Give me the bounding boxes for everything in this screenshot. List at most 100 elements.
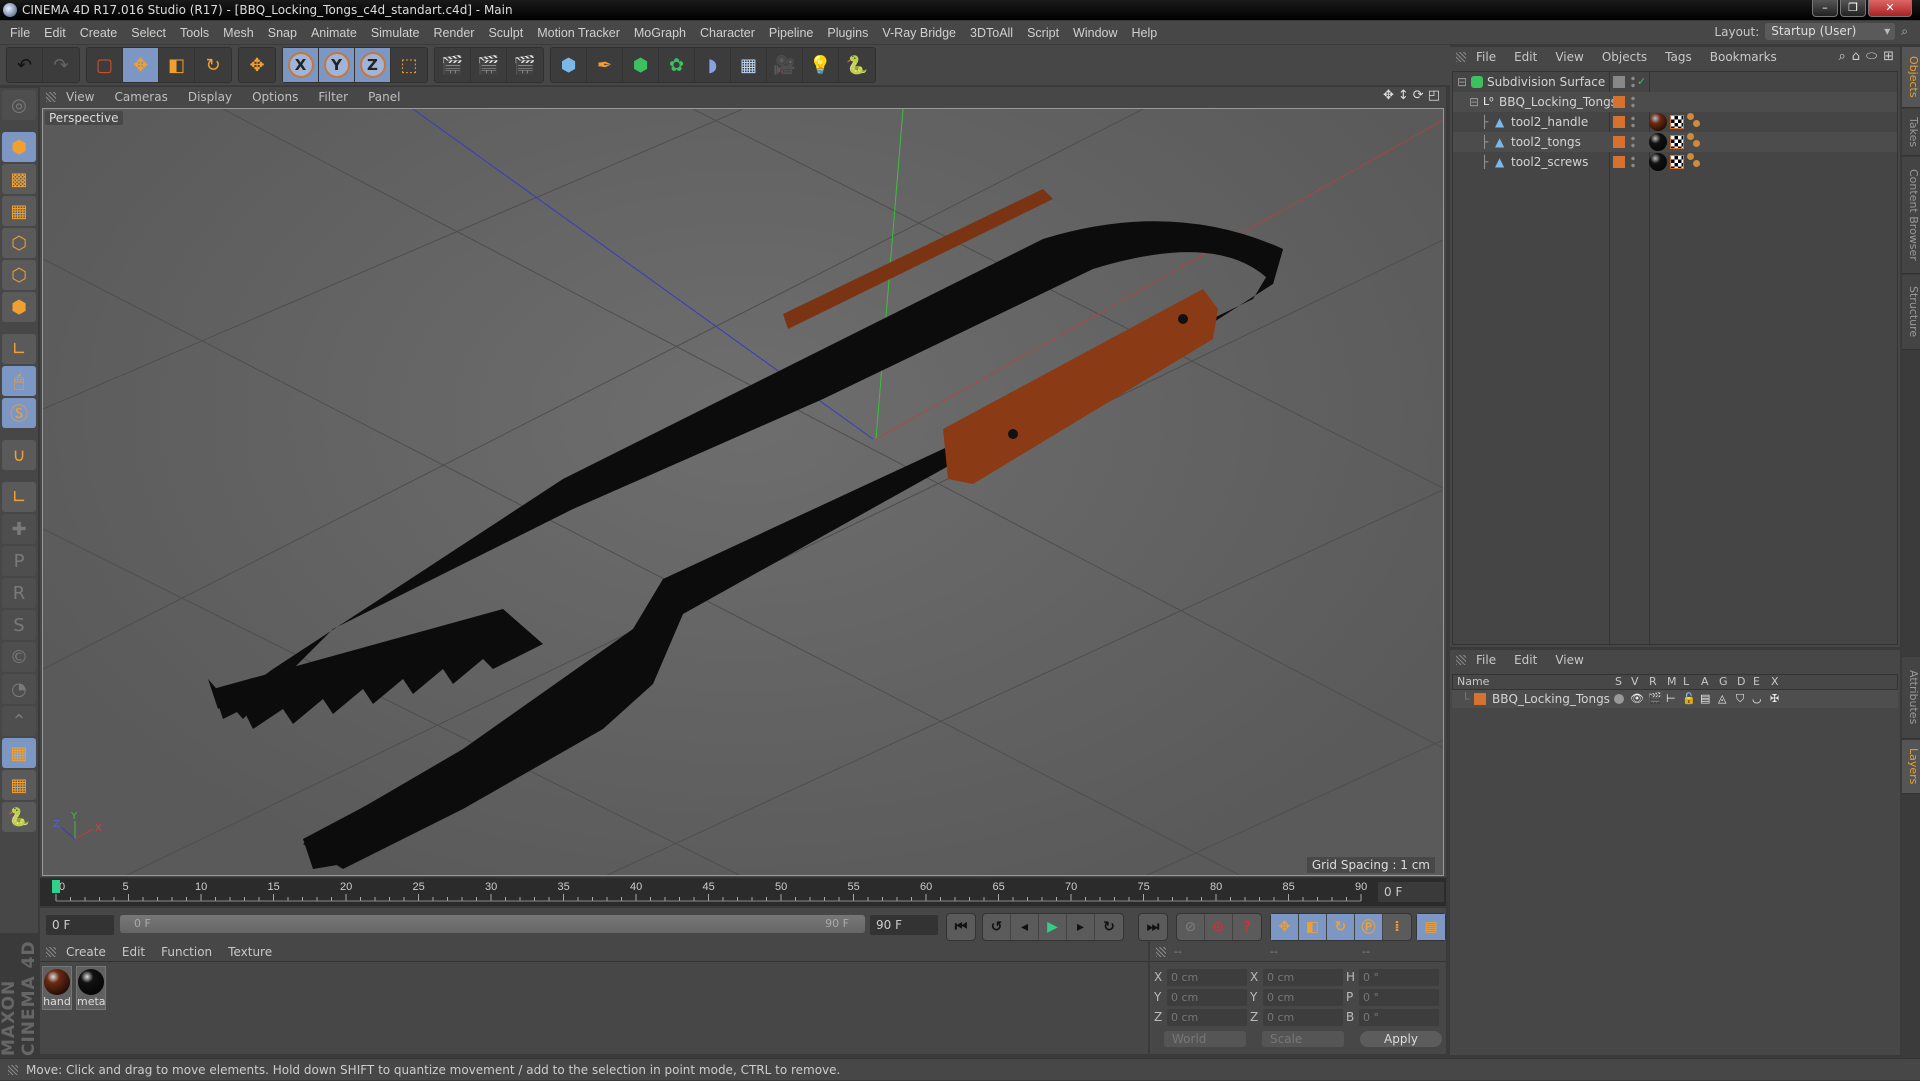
visibility-dots-icon[interactable]	[1631, 135, 1635, 149]
render-view-icon[interactable]: 🎬	[435, 48, 471, 82]
playhead-marker[interactable]	[52, 880, 60, 893]
make-editable-icon[interactable]: ◎	[2, 90, 36, 120]
object-menu-file[interactable]: File	[1476, 50, 1496, 64]
size-y-field[interactable]: 0 cm	[1263, 988, 1343, 1006]
uvw-tag-icon[interactable]	[1670, 115, 1684, 129]
menu-animate[interactable]: Animate	[311, 26, 357, 40]
key-scale-toggle-icon[interactable]: ◧	[1299, 914, 1327, 940]
coordinate-system-icon[interactable]: ⬚	[391, 48, 427, 82]
go-to-start-icon[interactable]: ⏮	[947, 914, 975, 940]
polygons-mode-icon[interactable]: ⬢	[2, 292, 36, 322]
layer-filter-icon[interactable]: ⬭	[1866, 49, 1877, 64]
x-axis-lock-icon[interactable]: X	[283, 48, 319, 82]
cloner-icon[interactable]: ✿	[659, 48, 695, 82]
rotate-icon[interactable]: ↻	[195, 48, 231, 82]
points-mode-icon[interactable]: ⬡	[2, 228, 36, 258]
menu-tools[interactable]: Tools	[180, 26, 209, 40]
panel-grip-icon[interactable]	[1156, 947, 1166, 957]
start-frame-field[interactable]: 0 F	[46, 915, 114, 935]
pen-spline-icon[interactable]: ✒	[587, 48, 623, 82]
expressions-toggle-icon[interactable]: ◡	[1752, 690, 1762, 708]
layer-color-swatch[interactable]	[1613, 136, 1625, 148]
timeline-ruler[interactable]: 0 5 10 15 20 25 30 35 40 45 50 55 60 65 70 75 80 85 90 0 F	[40, 878, 1446, 906]
model-mode-icon[interactable]: ⬢	[2, 132, 36, 162]
axis-mode-icon[interactable]: ∟	[2, 334, 36, 364]
z-axis-lock-icon[interactable]: Z	[355, 48, 391, 82]
menu-simulate[interactable]: Simulate	[371, 26, 420, 40]
prev-key-icon[interactable]: ↺	[983, 914, 1011, 940]
material-tag-icon[interactable]	[1649, 133, 1667, 151]
menu-file[interactable]: File	[10, 26, 30, 40]
generators-toggle-icon[interactable]: ◬	[1718, 690, 1726, 708]
tweak-mode-icon[interactable]: 🖱	[2, 366, 36, 396]
menu-select[interactable]: Select	[131, 26, 166, 40]
deformers-toggle-icon[interactable]: ⛉	[1736, 690, 1744, 708]
manager-toggle-icon[interactable]: ⊢	[1666, 690, 1676, 708]
undo-icon[interactable]: ↶	[7, 48, 43, 82]
menu-sculpt[interactable]: Sculpt	[488, 26, 523, 40]
material-swatch[interactable]: hand	[42, 966, 72, 1010]
key-psr-icon[interactable]: S	[2, 610, 36, 640]
play-icon[interactable]: ▶	[1039, 914, 1067, 940]
panel-grip-icon[interactable]	[1456, 655, 1466, 665]
visible-editor-icon[interactable]: 👁	[1630, 690, 1644, 708]
object-row[interactable]: ├ ▲ tool2_screws	[1453, 152, 1897, 172]
phong-tag-icon[interactable]	[1687, 133, 1703, 149]
layer-column-d[interactable]: D	[1737, 675, 1745, 689]
key-position-toggle-icon[interactable]: ✥	[1271, 914, 1299, 940]
floor-icon[interactable]: ▦	[731, 48, 767, 82]
object-name[interactable]: BBQ_Locking_Tongs	[1499, 92, 1617, 112]
object-row[interactable]: ⊟ Subdivision Surface ✓	[1453, 72, 1897, 92]
panel-grip-icon[interactable]	[46, 947, 56, 957]
workplane-mode-icon[interactable]: ▦	[2, 196, 36, 226]
viewport-menu-display[interactable]: Display	[188, 90, 232, 104]
key-position-icon[interactable]: P	[2, 546, 36, 576]
layer-color-swatch[interactable]	[1613, 116, 1625, 128]
key-rotation-icon[interactable]: R	[2, 578, 36, 608]
layer-menu-view[interactable]: View	[1555, 653, 1583, 667]
layer-menu-edit[interactable]: Edit	[1514, 653, 1537, 667]
menu-mograph[interactable]: MoGraph	[634, 26, 686, 40]
live-selection-icon[interactable]: ▢	[87, 48, 123, 82]
key-pla-toggle-icon[interactable]: ⁞	[1383, 914, 1411, 940]
tree-branch[interactable]: ⊟	[1457, 72, 1467, 92]
layout-dropdown[interactable]: Startup (User)	[1765, 23, 1896, 40]
menu-create[interactable]: Create	[80, 26, 118, 40]
motion-record-icon[interactable]: ⊘	[1177, 914, 1205, 940]
layer-column-g[interactable]: G	[1719, 675, 1728, 689]
menu-3dtoall[interactable]: 3DToAll	[970, 26, 1013, 40]
visibility-dots-icon[interactable]	[1631, 155, 1635, 169]
layer-color-swatch[interactable]	[1474, 693, 1486, 705]
maximize-view-icon[interactable]: ◰	[1428, 88, 1440, 103]
object-menu-objects[interactable]: Objects	[1602, 50, 1647, 64]
camera-icon[interactable]: 🎥	[767, 48, 803, 82]
animation-toggle-icon[interactable]: ▤	[1700, 690, 1710, 708]
phong-tag-icon[interactable]	[1687, 113, 1703, 129]
viewport-menu-view[interactable]: View	[66, 90, 94, 104]
uvw-tag-icon[interactable]	[1670, 135, 1684, 149]
viewport-menu-options[interactable]: Options	[252, 90, 298, 104]
layer-column-x[interactable]: X	[1771, 675, 1779, 689]
material-menu-create[interactable]: Create	[66, 945, 106, 959]
enabled-check-icon[interactable]: ✓	[1637, 72, 1646, 92]
home-icon[interactable]: ⌂	[1852, 49, 1860, 64]
layer-column-name[interactable]: Name	[1457, 675, 1489, 689]
next-frame-icon[interactable]: ▸	[1067, 914, 1095, 940]
coordinate-mode-dropdown[interactable]: Scale	[1262, 1031, 1344, 1047]
menu-v-ray-bridge[interactable]: V-Ray Bridge	[882, 26, 956, 40]
layer-column-m[interactable]: M	[1667, 675, 1677, 689]
layer-menu-file[interactable]: File	[1476, 653, 1496, 667]
key-pla-icon[interactable]: ◔	[2, 674, 36, 704]
object-name[interactable]: Subdivision Surface	[1487, 72, 1605, 92]
orbit-view-icon[interactable]: ⟳	[1413, 88, 1424, 103]
next-key-icon[interactable]: ↻	[1095, 914, 1123, 940]
layer-name[interactable]: BBQ_Locking_Tongs	[1492, 690, 1610, 708]
side-tab-objects[interactable]: Objects	[1902, 47, 1920, 108]
menu-pipeline[interactable]: Pipeline	[769, 26, 813, 40]
cube-icon[interactable]: ⬢	[551, 48, 587, 82]
light-icon[interactable]: 💡	[803, 48, 839, 82]
layer-swatch-empty[interactable]	[1613, 76, 1625, 88]
viewport-menu-filter[interactable]: Filter	[318, 90, 348, 104]
rotation-h-field[interactable]: 0 °	[1359, 968, 1439, 986]
go-to-end-icon[interactable]: ⏭	[1139, 914, 1167, 940]
